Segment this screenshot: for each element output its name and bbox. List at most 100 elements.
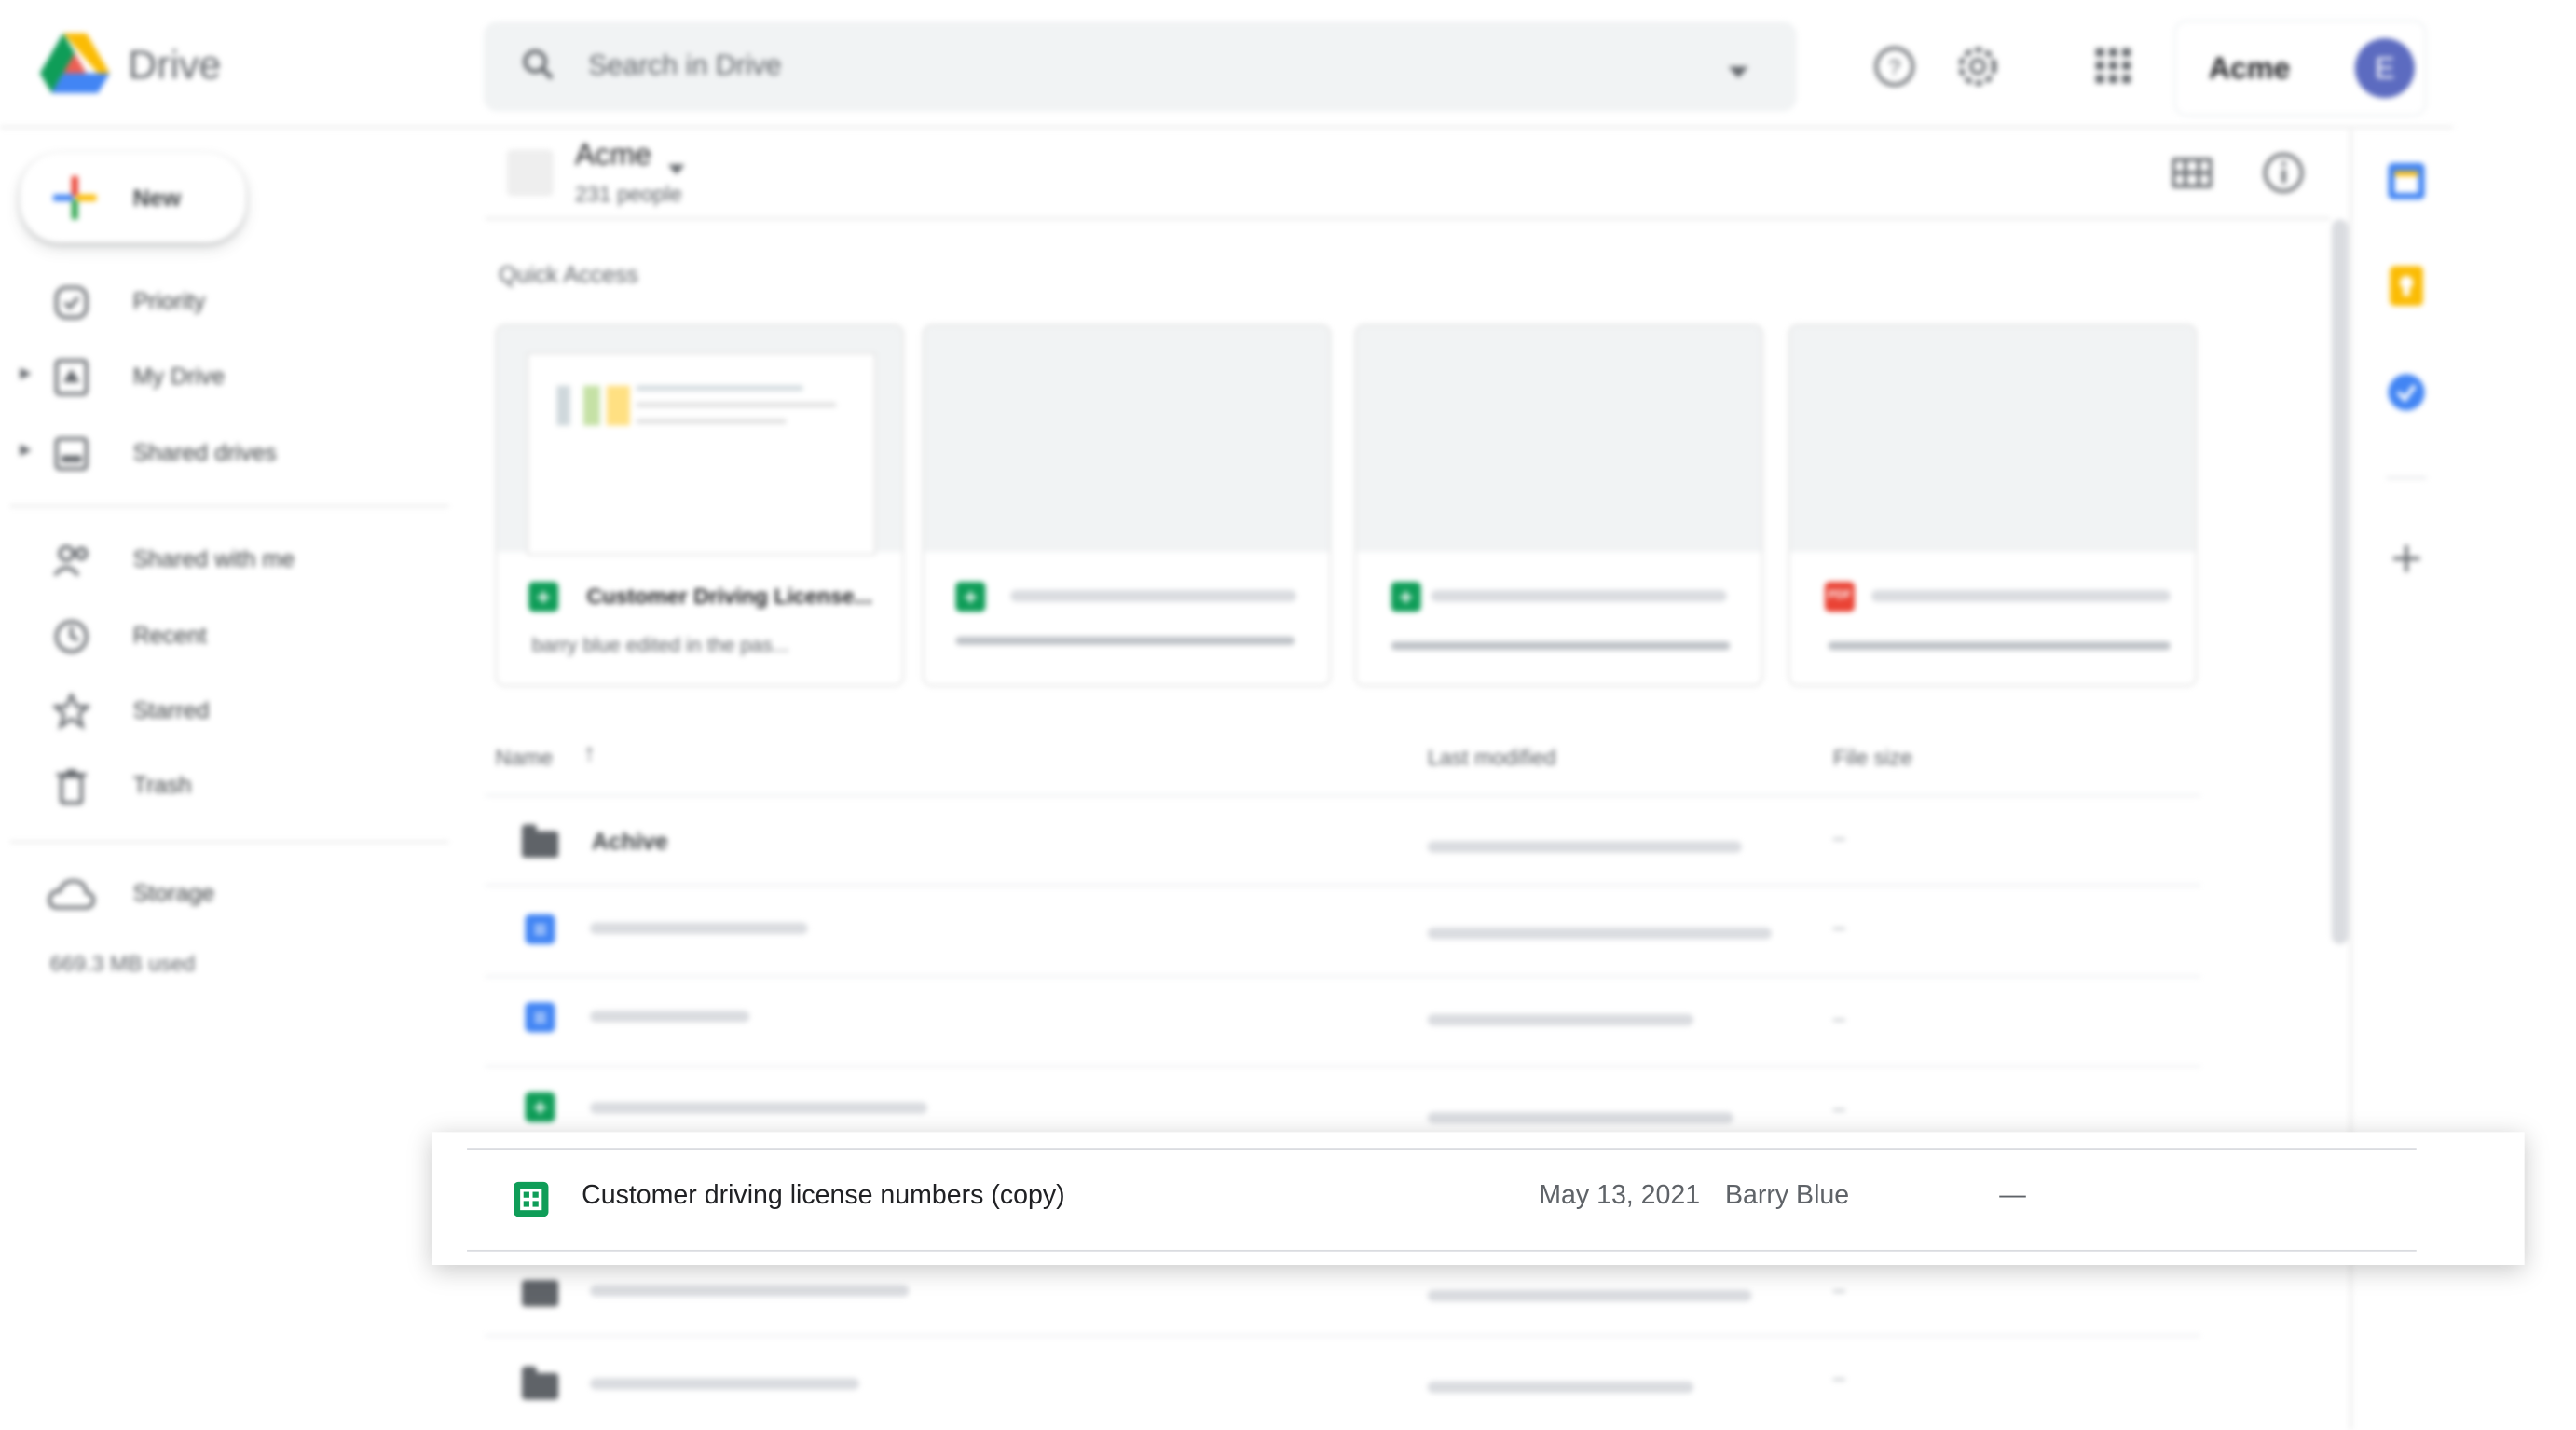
sidebar-item-priority[interactable]: Priority xyxy=(0,268,448,334)
loading-placeholder xyxy=(955,636,1295,645)
loading-placeholder xyxy=(1427,1289,1752,1302)
pdf-file-icon: PDF xyxy=(1824,582,1856,612)
sidebar-item-shared-drives[interactable]: ▶ Shared drives xyxy=(0,419,448,485)
sidebar-item-label: Recent xyxy=(132,621,207,649)
shared-drives-icon xyxy=(53,435,89,472)
expand-caret-icon[interactable]: ▶ xyxy=(20,364,31,383)
sidebar-divider xyxy=(9,841,449,844)
search-input[interactable]: Search in Drive xyxy=(588,49,781,83)
workspace-avatar-placeholder xyxy=(506,149,554,197)
quick-access-card[interactable]: + xyxy=(1354,323,1763,687)
cloud-icon xyxy=(47,876,96,913)
file-thumbnail xyxy=(1356,325,1762,553)
new-button[interactable]: New xyxy=(20,153,246,243)
loading-placeholder xyxy=(1427,1381,1694,1394)
loading-placeholder xyxy=(1427,1013,1694,1026)
table-row[interactable]: + – xyxy=(486,1067,2200,1134)
column-header-last-modified[interactable]: Last modified xyxy=(1428,745,1556,770)
sidebar-item-label: Starred xyxy=(132,696,210,723)
docs-file-icon: ≡ xyxy=(525,914,555,944)
loading-placeholder xyxy=(1870,590,2171,602)
priority-check-icon xyxy=(53,284,89,321)
sheets-file-icon: + xyxy=(528,582,559,612)
file-size-value: – xyxy=(1832,1365,1845,1390)
table-row[interactable]: – xyxy=(486,1337,2200,1425)
help-icon[interactable]: ? xyxy=(1871,43,1918,98)
clock-icon xyxy=(53,618,89,654)
file-name[interactable]: Customer driving license numbers (copy) xyxy=(582,1182,1065,1212)
sidebar-item-storage[interactable]: Storage xyxy=(0,859,448,926)
sidebar-item-label: Storage xyxy=(132,879,215,906)
file-size-value: – xyxy=(1832,1095,1845,1121)
file-size-value: – xyxy=(1832,1005,1845,1031)
workspace-members: 231 people xyxy=(574,181,682,207)
search-options-caret-icon[interactable] xyxy=(1728,58,1748,88)
sort-arrow-icon[interactable]: ↑ xyxy=(583,740,596,768)
calendar-icon[interactable] xyxy=(2387,161,2427,210)
loading-placeholder xyxy=(1828,641,2171,651)
tasks-icon[interactable] xyxy=(2387,372,2427,420)
quick-access-heading: Quick Access xyxy=(498,260,638,288)
sidebar-item-label: Shared with me xyxy=(132,544,295,572)
workspace-name[interactable]: Acme xyxy=(575,138,651,172)
search-bar[interactable]: Search in Drive xyxy=(483,21,1797,112)
people-icon xyxy=(53,542,89,578)
owner-name: Barry Blue xyxy=(1724,1181,1850,1211)
sidebar-item-label: Trash xyxy=(132,771,192,798)
sheets-file-icon: + xyxy=(955,582,986,612)
keep-icon[interactable] xyxy=(2387,266,2427,314)
card-subtitle: barry blue edited in the pas... xyxy=(531,633,789,657)
add-addon-plus-icon[interactable] xyxy=(2391,543,2421,582)
sidebar-item-label: My Drive xyxy=(132,362,226,390)
sidebar-item-shared-with-me[interactable]: Shared with me xyxy=(0,525,448,591)
table-row[interactable]: ≡ – xyxy=(486,978,2200,1066)
settings-gear-icon[interactable] xyxy=(1954,43,2001,98)
toolbar-divider xyxy=(485,217,2331,220)
loading-placeholder xyxy=(1427,928,1772,940)
file-size-value: – xyxy=(1832,914,1845,940)
highlighted-file-row[interactable]: Customer driving license numbers (copy) … xyxy=(432,1132,2525,1266)
last-modified-date: May 13, 2021 xyxy=(1539,1181,1701,1211)
sidebar-item-recent[interactable]: Recent xyxy=(0,602,448,668)
sheets-file-icon xyxy=(514,1181,549,1217)
table-row[interactable]: Achive – xyxy=(486,796,2200,885)
loading-placeholder xyxy=(590,1378,859,1390)
sidebar-item-starred[interactable]: Starred xyxy=(0,677,448,743)
search-icon[interactable] xyxy=(520,47,556,91)
sidebar-item-trash[interactable]: Trash xyxy=(0,751,448,818)
quick-access-card[interactable]: + xyxy=(922,323,1332,687)
loading-placeholder xyxy=(590,922,808,935)
info-icon[interactable] xyxy=(2262,151,2305,202)
sidebar-item-my-drive[interactable]: ▶ My Drive xyxy=(0,342,448,408)
quick-access-card[interactable]: + Customer Driving License... barry blue… xyxy=(495,323,905,687)
file-name: Achive xyxy=(591,828,668,855)
avatar[interactable]: E xyxy=(2354,38,2415,99)
shared-folder-icon xyxy=(521,1280,559,1307)
row-divider xyxy=(467,1148,2417,1150)
loading-placeholder xyxy=(1427,841,1742,853)
table-row[interactable]: ≡ – xyxy=(486,886,2200,974)
sheets-file-icon: + xyxy=(1391,582,1421,612)
table-row[interactable]: – xyxy=(486,1267,2200,1333)
plus-icon xyxy=(53,176,97,227)
sidebar-divider xyxy=(9,505,449,507)
drive-logo[interactable]: Drive xyxy=(39,33,256,100)
column-header-name[interactable]: Name xyxy=(495,745,553,770)
my-drive-icon xyxy=(53,359,89,396)
loading-placeholder xyxy=(590,1102,928,1114)
account-switcher[interactable]: Acme E xyxy=(2173,20,2427,117)
loading-placeholder xyxy=(1431,590,1727,602)
star-icon xyxy=(50,691,93,731)
apps-grid-icon[interactable] xyxy=(2095,48,2132,93)
quick-access-card[interactable]: PDF xyxy=(1788,323,2198,687)
grid-view-icon[interactable] xyxy=(2172,158,2213,196)
svg-text:?: ? xyxy=(1888,55,1900,79)
sidebar-item-label: Shared drives xyxy=(132,438,277,466)
scrollbar-thumb[interactable] xyxy=(2331,219,2349,944)
workspace-dropdown-caret-icon[interactable] xyxy=(667,153,685,183)
file-size-value: – xyxy=(1832,1276,1845,1302)
column-header-file-size[interactable]: File size xyxy=(1833,745,1912,770)
loading-placeholder xyxy=(590,1285,910,1297)
loading-placeholder xyxy=(1391,641,1731,651)
expand-caret-icon[interactable]: ▶ xyxy=(20,441,31,460)
